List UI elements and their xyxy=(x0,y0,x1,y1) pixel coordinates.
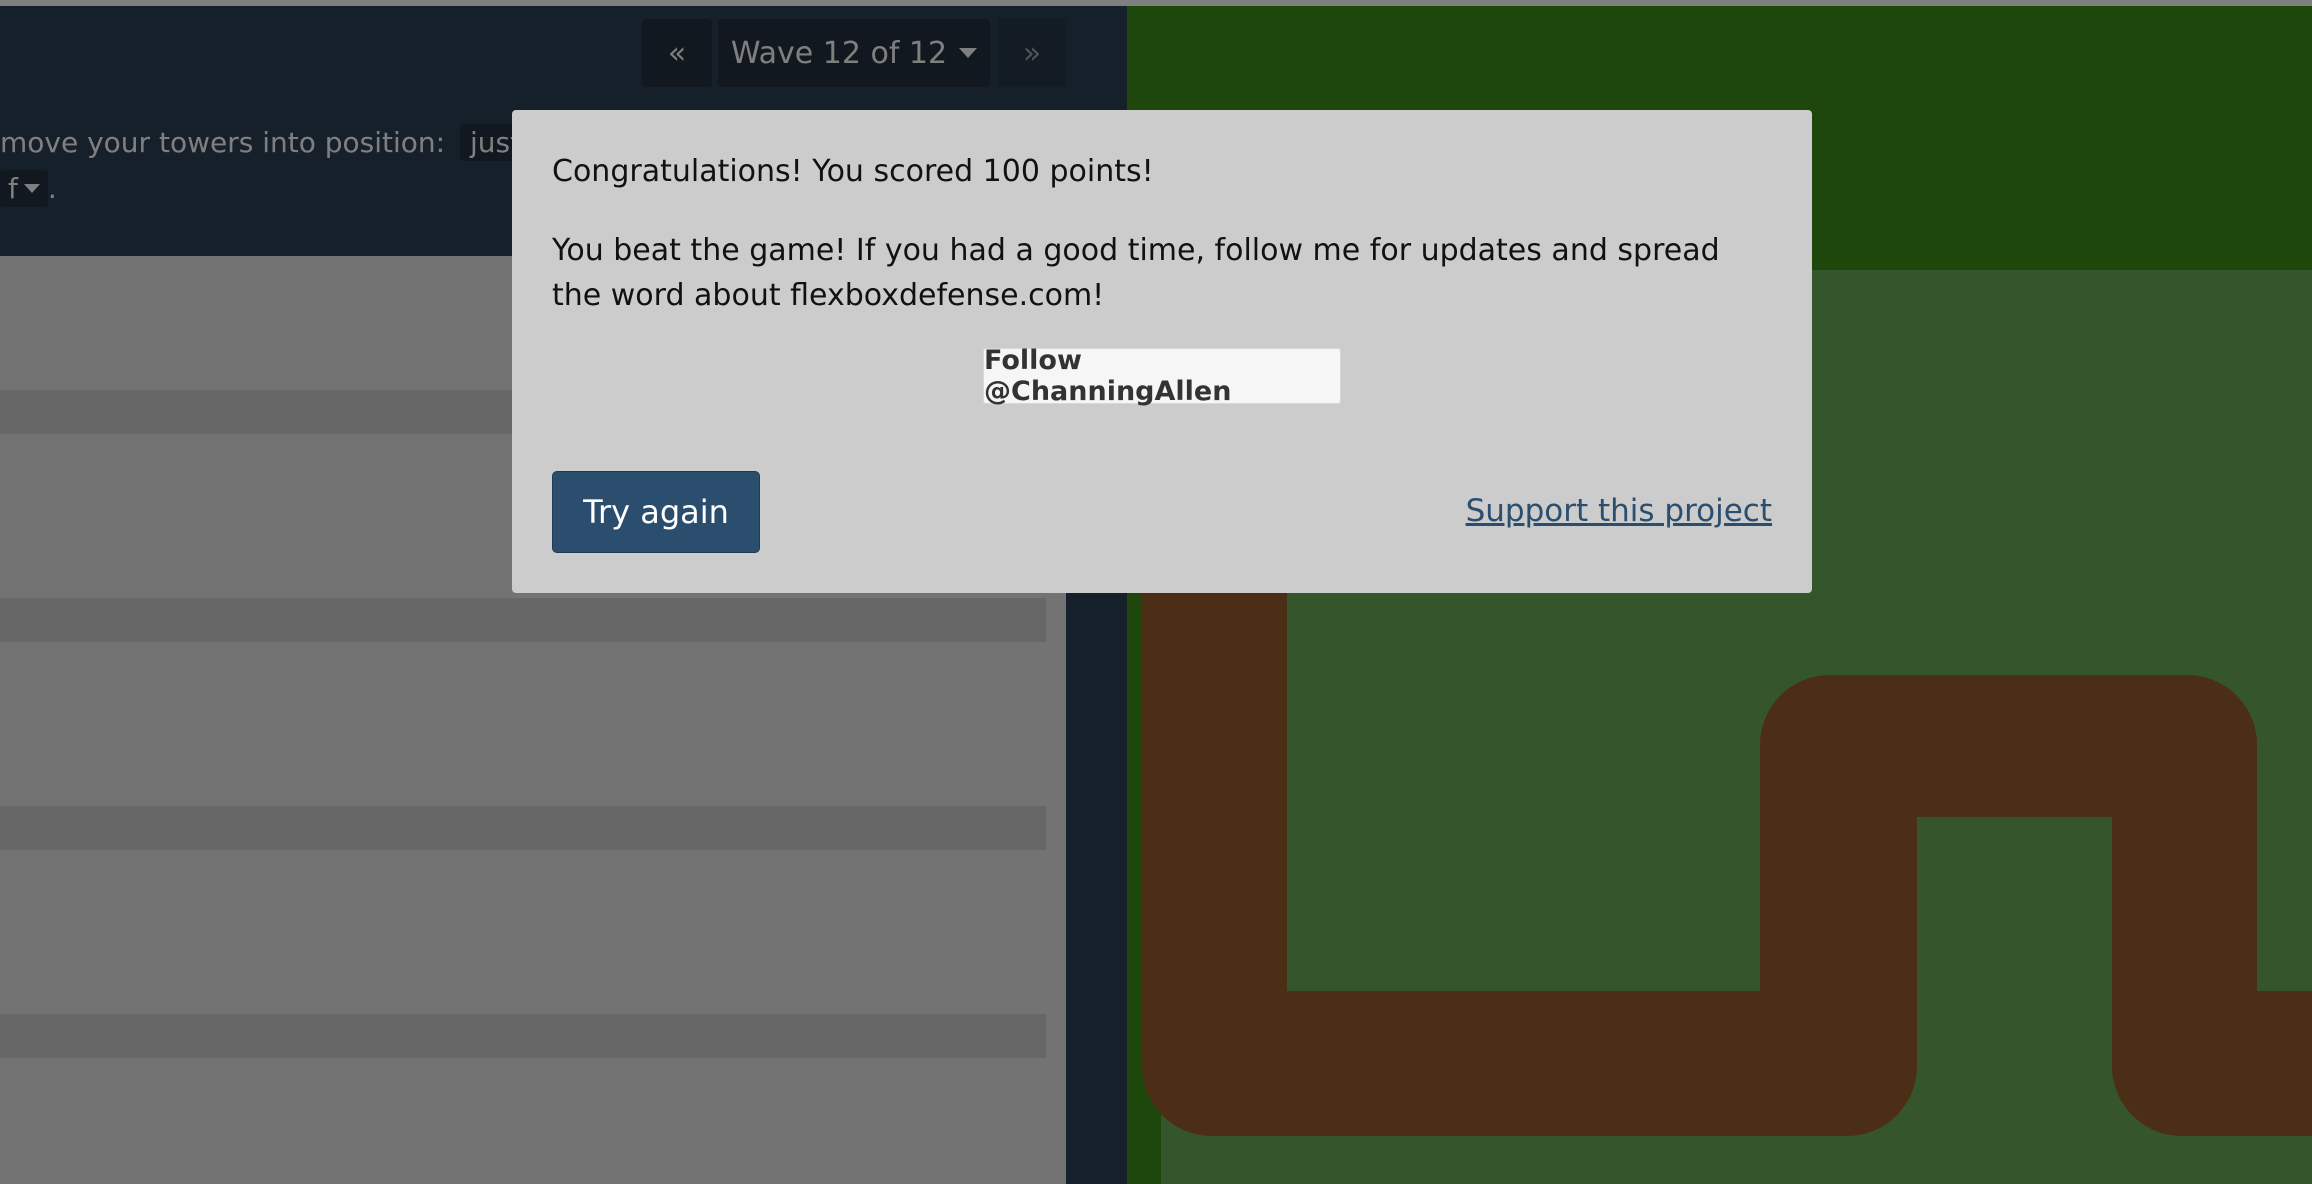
try-again-button[interactable]: Try again xyxy=(552,471,760,553)
follow-button[interactable]: Follow @ChanningAllen xyxy=(983,345,1341,407)
game-over-modal: Congratulations! You scored 100 points! … xyxy=(512,110,1812,593)
support-project-link[interactable]: Support this project xyxy=(1466,493,1772,529)
win-message: You beat the game! If you had a good tim… xyxy=(552,233,1720,313)
score-message: Congratulations! You scored 100 points! xyxy=(552,154,1154,189)
